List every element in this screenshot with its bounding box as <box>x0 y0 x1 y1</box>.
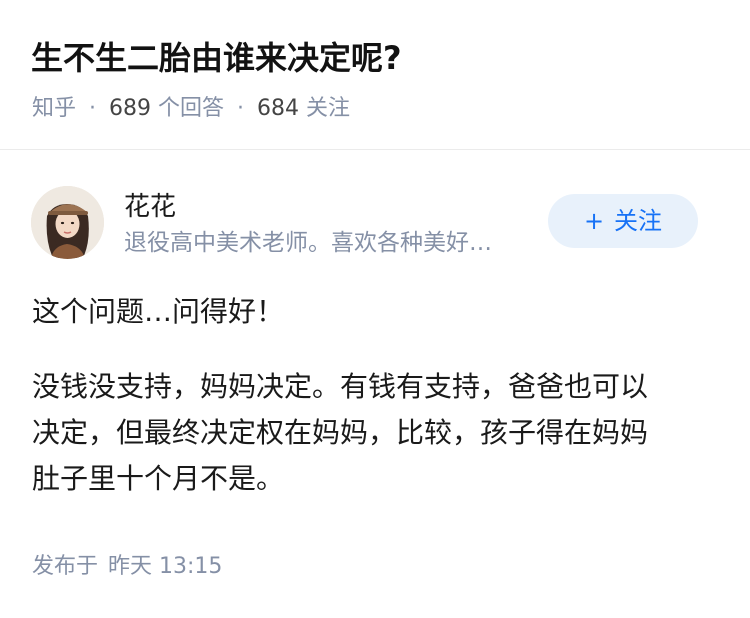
answer-count: 689 <box>109 96 152 121</box>
follow-button[interactable]: + 关注 <box>548 194 698 248</box>
question-title[interactable]: 生不生二胎由谁来决定呢? <box>31 34 402 82</box>
published-time: 昨天 13:15 <box>108 554 223 579</box>
answer-paragraph-line: 肚子里十个月不是。 <box>32 462 285 495</box>
published-label: 发布于 <box>32 554 99 579</box>
answer-count-label: 个回答 <box>158 96 225 121</box>
question-meta: 知乎 · 689 个回答 · 684 关注 <box>32 93 350 125</box>
source-label[interactable]: 知乎 <box>32 96 76 121</box>
follow-label: 关注 <box>614 207 663 235</box>
answer-body: 这个问题…问得好！ 没钱没支持，妈妈决定。有钱有支持，爸爸也可以 决定，但最终决… <box>32 289 722 502</box>
question-header: 生不生二胎由谁来决定呢? 知乎 · 689 个回答 · 684 关注 <box>0 0 750 150</box>
author-name[interactable]: 花花 <box>124 189 176 225</box>
follower-count: 684 <box>257 96 300 121</box>
answer-footer: 发布于 昨天 13:15 <box>32 551 222 583</box>
avatar-illustration <box>31 186 104 259</box>
answer-paragraph: 这个问题…问得好！ <box>32 295 285 328</box>
meta-separator: · <box>89 96 97 121</box>
follower-count-label: 关注 <box>306 96 351 121</box>
author-card: 花花 退役高中美术老师。喜欢各种美好… + 关注 <box>31 183 721 263</box>
answer-paragraph-line: 没钱没支持，妈妈决定。有钱有支持，爸爸也可以 <box>32 370 649 403</box>
author-bio: 退役高中美术老师。喜欢各种美好… <box>124 230 492 256</box>
plus-icon: + <box>583 207 605 235</box>
avatar[interactable] <box>31 186 104 259</box>
meta-separator: · <box>237 96 245 121</box>
answer-paragraph-line: 决定，但最终决定权在妈妈，比较，孩子得在妈妈 <box>32 416 649 449</box>
